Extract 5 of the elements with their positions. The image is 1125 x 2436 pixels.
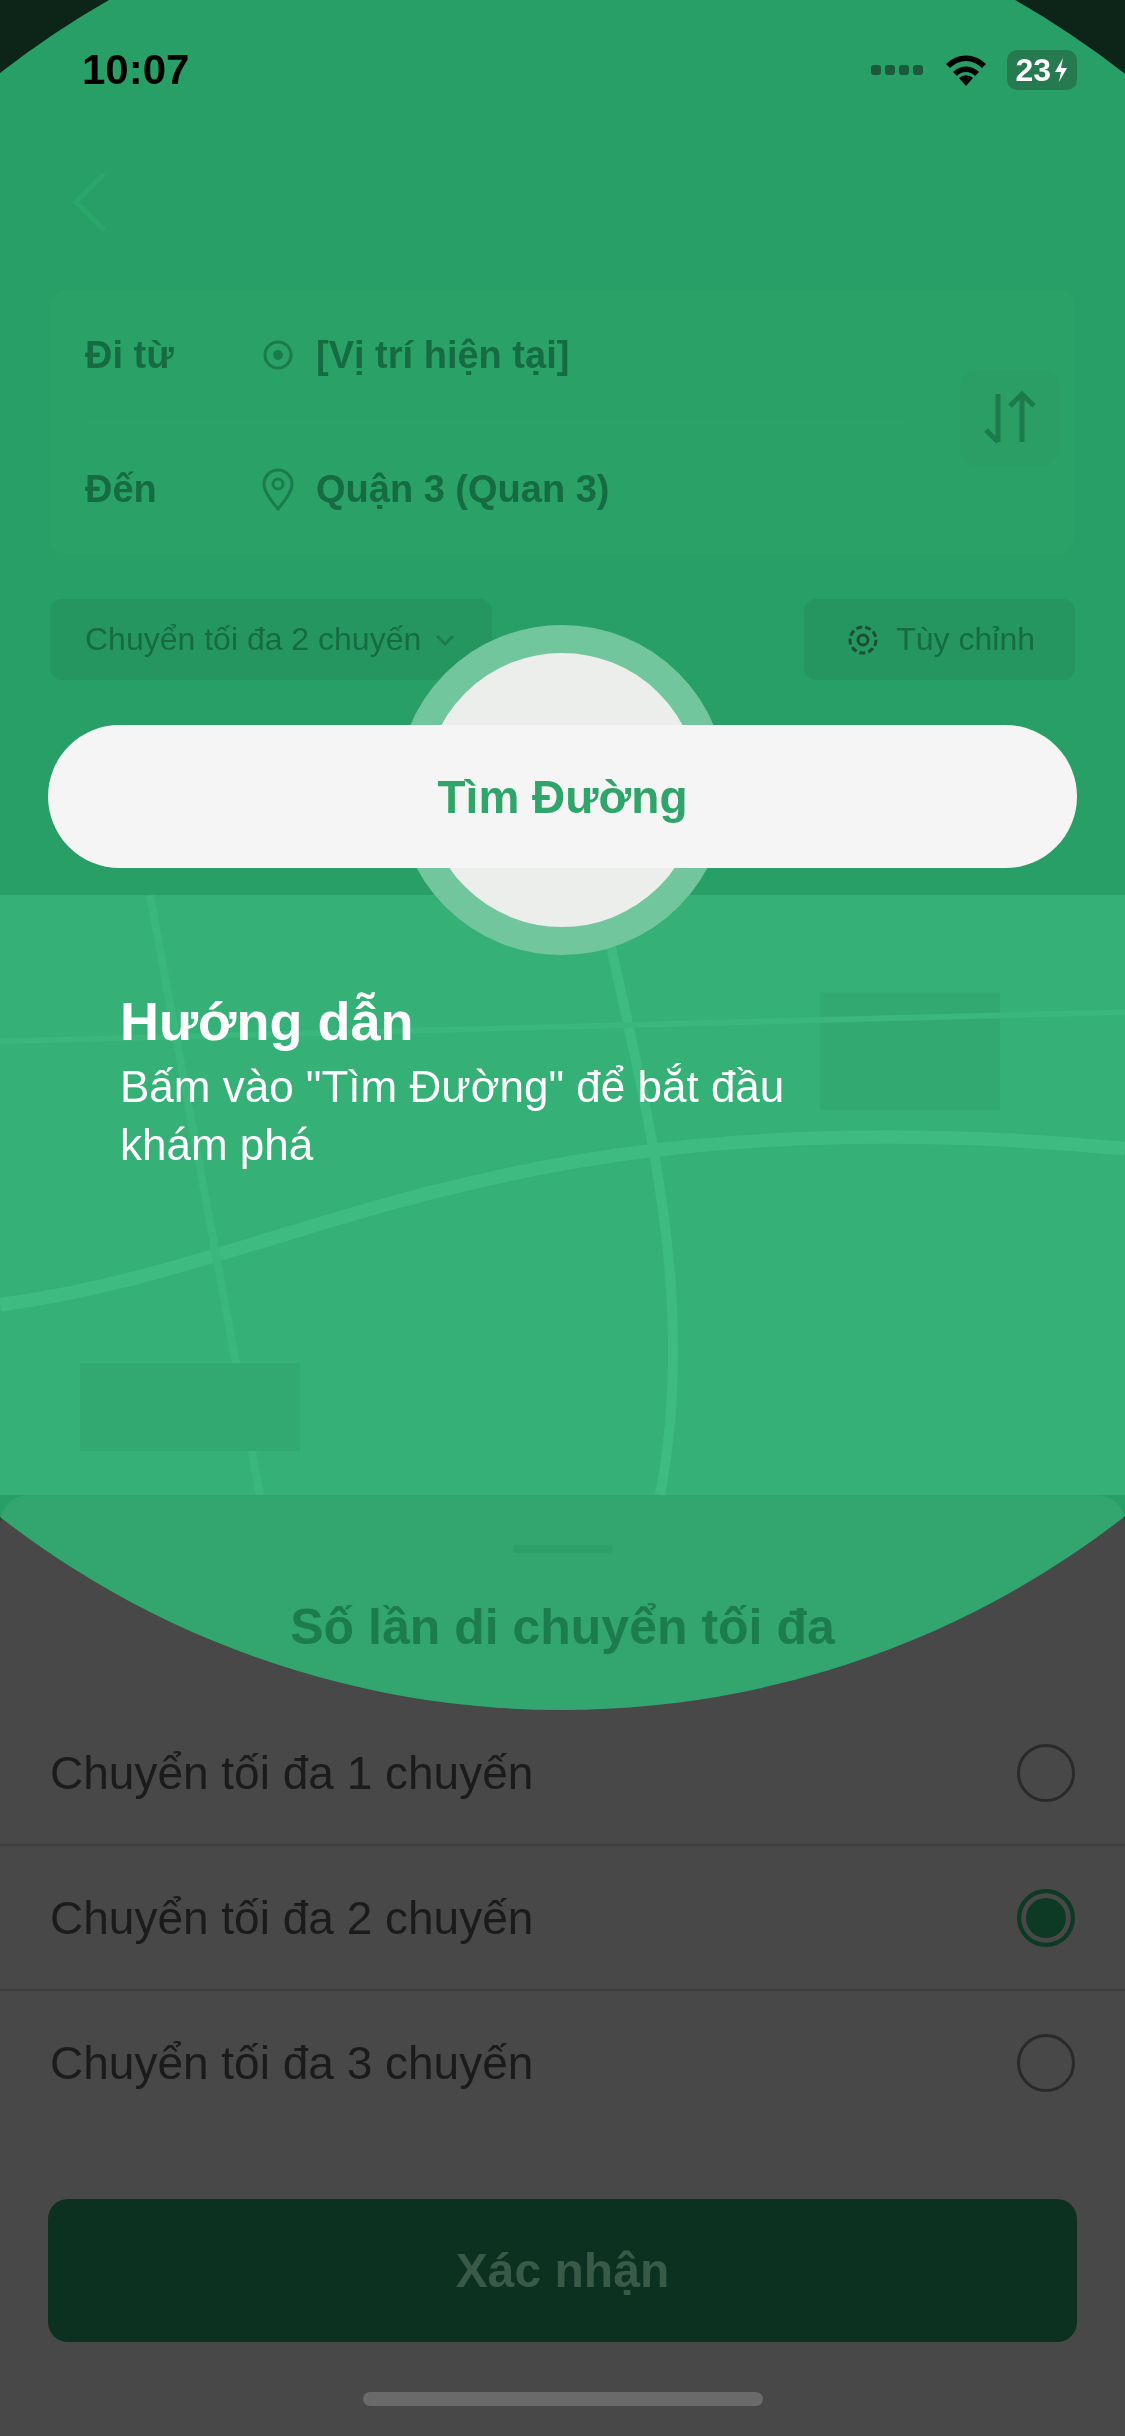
guide-text: Bấm vào "Tìm Đường" để bắt đầu khám phá	[120, 1061, 786, 1171]
battery-icon: 23	[1007, 50, 1077, 90]
find-route-button[interactable]: Tìm Đường	[48, 725, 1077, 868]
status-time: 10:07	[82, 46, 190, 94]
guide-title: Hướng dẫn	[120, 990, 415, 1052]
